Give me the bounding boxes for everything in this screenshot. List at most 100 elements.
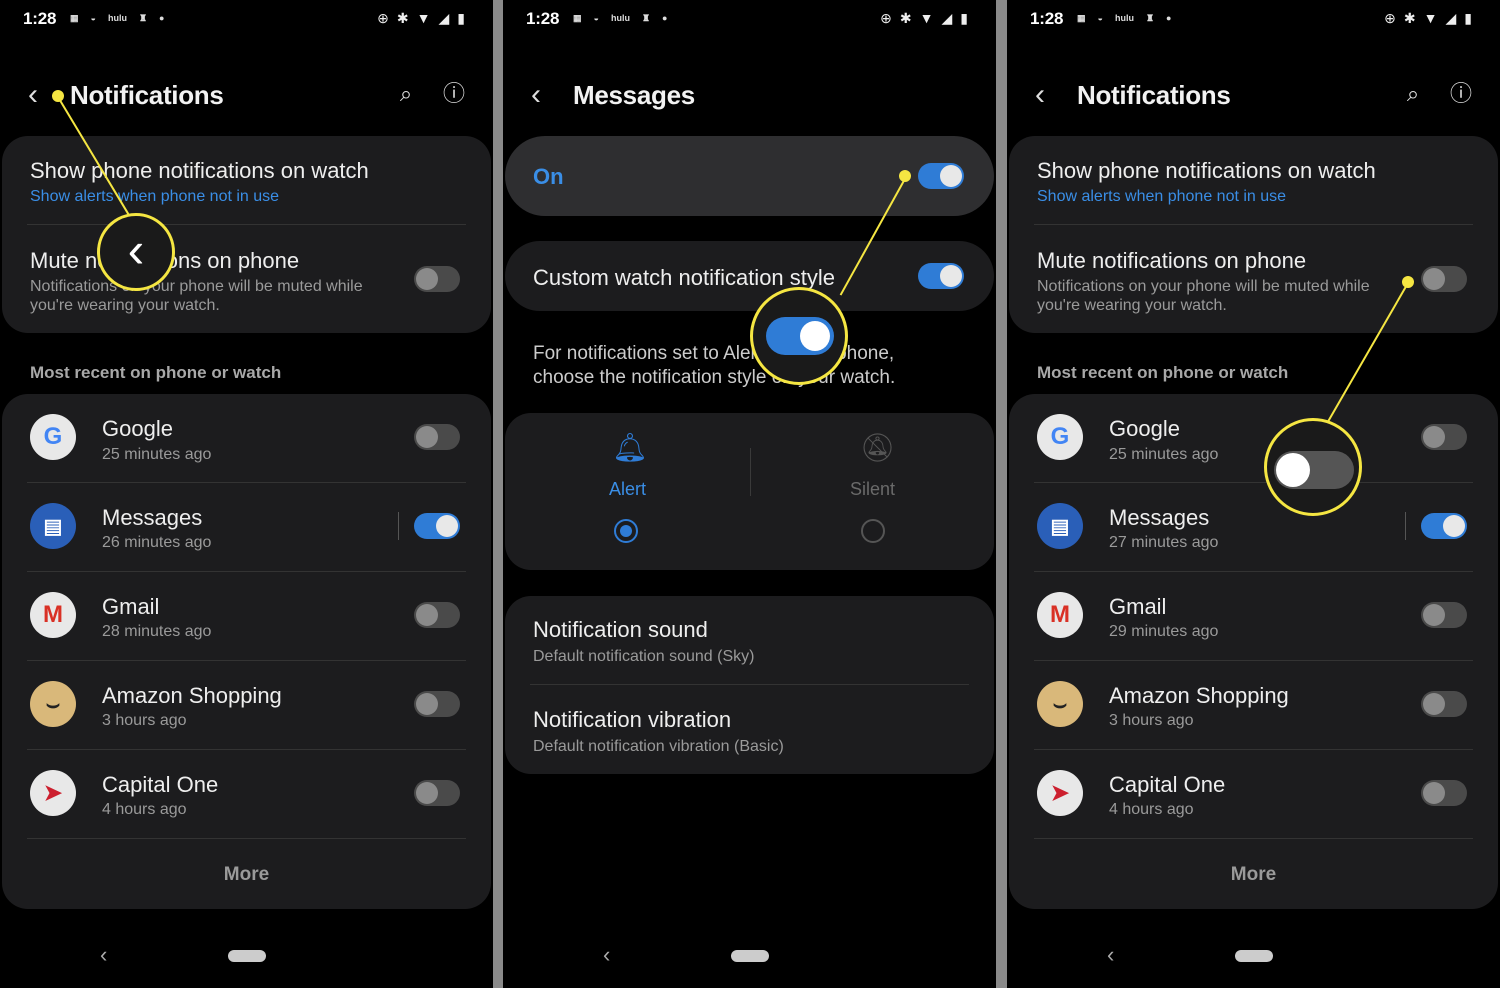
- status-system-icons: ⊕ ✱ ▼ ◢ ▮: [880, 9, 968, 27]
- amazon-icon: ⌣: [1037, 681, 1083, 727]
- capital-one-icon: ➤: [30, 770, 76, 816]
- navigation-bar: ‹: [0, 928, 493, 988]
- callout-dot: [52, 90, 64, 102]
- messages-screen: 1:28 ▦ ◒ hulu ♜ ● ⊕ ✱ ▼ ◢ ▮ ‹ Messages On Custom…: [503, 0, 996, 988]
- status-system-icons: ⊕ ✱ ▼ ◢ ▮: [1384, 9, 1472, 27]
- divider: [398, 512, 399, 540]
- description-line-2: choose the notification style on your wa…: [533, 367, 896, 388]
- nav-back-icon[interactable]: ‹: [100, 942, 107, 968]
- app-time: 4 hours ago: [1109, 801, 1194, 818]
- app-time: 4 hours ago: [102, 801, 187, 818]
- app-name: Gmail: [1109, 594, 1167, 619]
- page-title: Notifications: [70, 80, 224, 110]
- nav-back-icon[interactable]: ‹: [1107, 942, 1114, 968]
- toggle-magnified: [1274, 451, 1354, 489]
- app-toggle[interactable]: [1421, 691, 1467, 717]
- notification-vibration-subtitle: Default notification vibration (Basic): [533, 738, 784, 755]
- nav-home-icon[interactable]: [1235, 950, 1273, 962]
- divider: [1034, 660, 1473, 661]
- silent-radio[interactable]: [861, 519, 885, 543]
- messages-icon: ▤: [30, 503, 76, 549]
- info-icon[interactable]: ⓘ: [440, 80, 468, 108]
- app-name: Capital One: [102, 772, 219, 797]
- more-button[interactable]: More: [2, 864, 491, 886]
- app-toggle[interactable]: [414, 513, 460, 539]
- show-notifications-title: Show phone notifications on watch: [1037, 158, 1376, 183]
- sound-vibration-card: Notification sound Default notification …: [505, 596, 994, 774]
- callout-circle: [1264, 418, 1362, 516]
- nav-back-icon[interactable]: ‹: [603, 942, 610, 968]
- custom-style-toggle[interactable]: [918, 263, 964, 289]
- app-name: Capital One: [1109, 772, 1226, 797]
- toggle-magnified: [766, 317, 834, 355]
- alert-label: Alert: [608, 479, 646, 499]
- app-time: 26 minutes ago: [102, 534, 212, 551]
- recent-apps-card: G Google 25 minutes ago ▤ Messages 26 mi…: [2, 394, 491, 909]
- custom-style-card[interactable]: Custom watch notification style: [505, 241, 994, 311]
- app-header: ‹ Messages: [503, 68, 996, 124]
- app-toggle[interactable]: [1421, 424, 1467, 450]
- divider: [530, 684, 969, 685]
- section-header: Most recent on phone or watch: [30, 363, 282, 382]
- divider: [1034, 749, 1473, 750]
- navigation-bar: ‹: [1007, 928, 1500, 988]
- mute-toggle[interactable]: [1421, 266, 1467, 292]
- mute-notifications-subtitle-2: you're wearing your watch.: [1037, 297, 1227, 314]
- divider: [1034, 571, 1473, 572]
- notifications-screen-2: 1:28 ▦ ◒ hulu ♜ ● ⊕ ✱ ▼ ◢ ▮ ‹ Notifications ⌕ ⓘ …: [1007, 0, 1500, 988]
- app-toggle[interactable]: [1421, 780, 1467, 806]
- notifications-screen-1: 1:28 ▦ ◒ hulu ♜ ● ⊕ ✱ ▼ ◢ ▮ ‹ Notifications ⌕ ⓘ …: [0, 0, 493, 988]
- status-time: 1:28: [526, 9, 560, 28]
- app-time: 28 minutes ago: [102, 623, 212, 640]
- divider: [27, 660, 466, 661]
- status-notification-icons: ▦ ◒ hulu ♜ ●: [573, 12, 668, 24]
- app-toggle[interactable]: [1421, 513, 1467, 539]
- divider: [1034, 482, 1473, 483]
- nav-home-icon[interactable]: [228, 950, 266, 962]
- nav-home-icon[interactable]: [731, 950, 769, 962]
- status-notification-icons: ▦ ◒ hulu ♜ ●: [1077, 12, 1172, 24]
- app-time: 3 hours ago: [102, 712, 187, 729]
- search-icon[interactable]: ⌕: [392, 80, 420, 108]
- status-bar: 1:28 ▦ ◒ hulu ♜ ● ⊕ ✱ ▼ ◢ ▮: [0, 0, 493, 36]
- mute-toggle[interactable]: [414, 266, 460, 292]
- mute-notifications-subtitle-1: Notifications on your phone will be mute…: [30, 278, 363, 295]
- info-icon[interactable]: ⓘ: [1447, 80, 1475, 108]
- alert-radio[interactable]: [614, 519, 638, 543]
- status-time: 1:28: [23, 9, 57, 28]
- show-notifications-subtitle: Show alerts when phone not in use: [30, 188, 280, 205]
- gmail-icon: M: [30, 592, 76, 638]
- back-icon[interactable]: ‹: [28, 76, 38, 114]
- app-toggle[interactable]: [1421, 602, 1467, 628]
- master-toggle[interactable]: [918, 163, 964, 189]
- more-button[interactable]: More: [1009, 864, 1498, 886]
- app-header: ‹ Notifications ⌕ ⓘ: [1007, 68, 1500, 124]
- app-name: Amazon Shopping: [1109, 683, 1289, 708]
- back-icon[interactable]: ‹: [531, 76, 541, 114]
- show-notifications-subtitle: Show alerts when phone not in use: [1037, 188, 1287, 205]
- navigation-bar: ‹: [503, 928, 996, 988]
- page-title: Notifications: [1077, 80, 1231, 110]
- search-icon[interactable]: ⌕: [1399, 80, 1427, 108]
- app-name: Gmail: [102, 594, 160, 619]
- page-title: Messages: [573, 80, 695, 110]
- style-picker-card: 🔔︎ Alert 🔕︎ Silent: [505, 413, 994, 570]
- recent-apps-card: G Google 25 minutes ago ▤ Messages 27 mi…: [1009, 394, 1498, 909]
- notification-vibration-title: Notification vibration: [533, 707, 732, 732]
- callout-circle: [750, 287, 848, 385]
- google-icon: G: [30, 414, 76, 460]
- section-header: Most recent on phone or watch: [1037, 363, 1289, 382]
- callout-dot: [1402, 276, 1414, 288]
- callout-circle: ‹: [97, 213, 175, 291]
- show-notifications-title: Show phone notifications on watch: [30, 158, 369, 183]
- app-toggle[interactable]: [414, 424, 460, 450]
- back-icon[interactable]: ‹: [1035, 76, 1045, 114]
- amazon-icon: ⌣: [30, 681, 76, 727]
- back-icon-magnified: ‹: [127, 222, 145, 278]
- app-toggle[interactable]: [414, 602, 460, 628]
- master-switch-card[interactable]: On: [505, 136, 994, 216]
- on-label: On: [533, 164, 564, 189]
- app-toggle[interactable]: [414, 691, 460, 717]
- silent-label: Silent: [849, 479, 896, 499]
- app-toggle[interactable]: [414, 780, 460, 806]
